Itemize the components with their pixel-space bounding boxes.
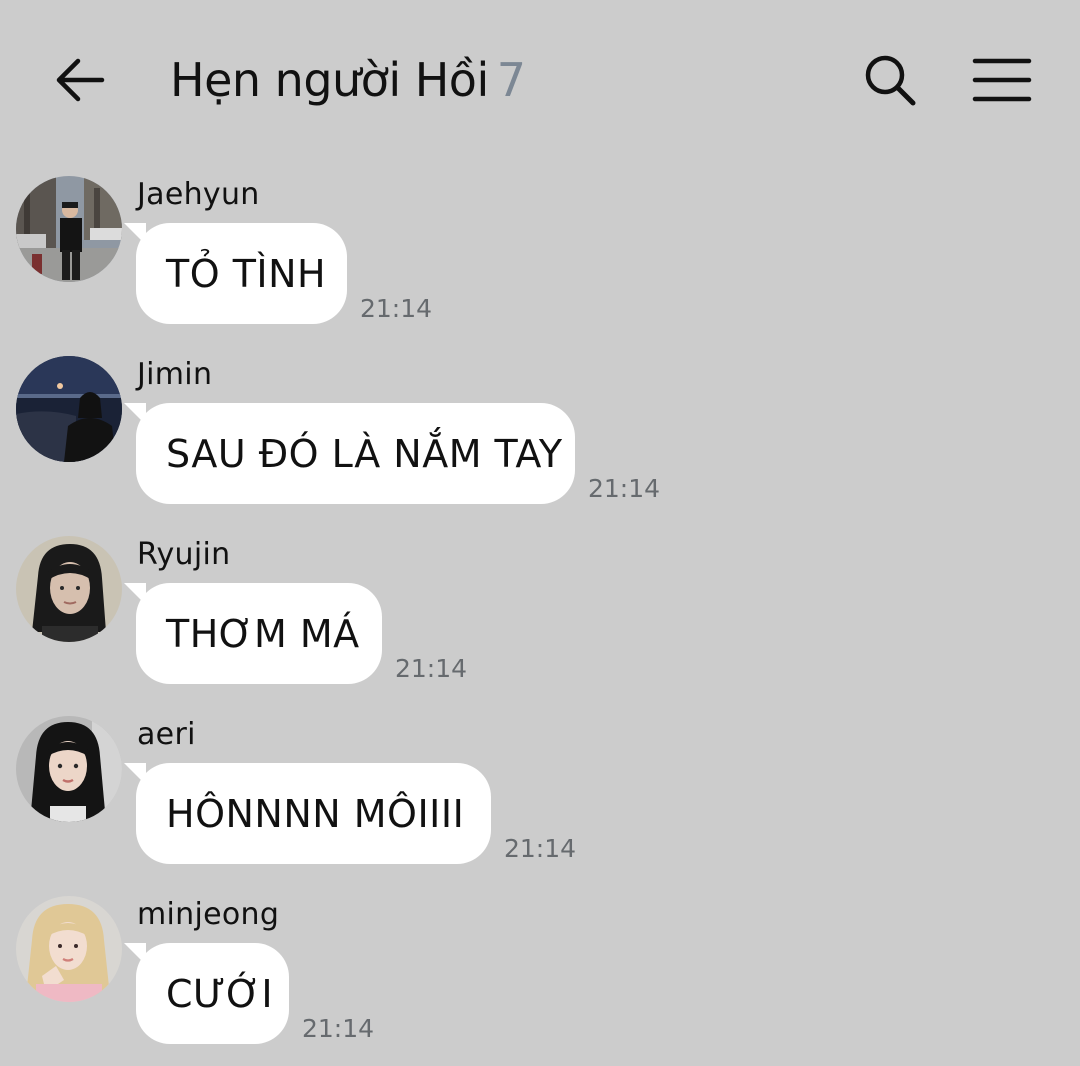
member-count: 7 <box>496 53 526 107</box>
chat-header: Hẹn người Hồi 7 <box>0 0 1080 160</box>
message-text: THƠM MÁ <box>166 611 360 656</box>
avatar-photo <box>16 716 122 822</box>
search-icon <box>865 55 916 106</box>
message-text: CƯỚI <box>166 971 274 1016</box>
back-button[interactable] <box>40 40 120 120</box>
message-item: Jimin SAU ĐÓ LÀ NẮM TAY 21:14 <box>0 356 1080 526</box>
message-item: aeri HÔNNNN MÔIIII 21:14 <box>0 716 1080 886</box>
sender-name: Jaehyun <box>137 177 260 212</box>
menu-button[interactable] <box>962 40 1042 120</box>
message-item: Ryujin THƠM MÁ 21:14 <box>0 536 1080 706</box>
search-button[interactable] <box>850 40 930 120</box>
avatar[interactable] <box>16 536 122 642</box>
message-bubble[interactable]: CƯỚI <box>124 943 289 1044</box>
avatar[interactable] <box>16 716 122 822</box>
avatar-photo <box>16 536 122 642</box>
avatar[interactable] <box>16 176 122 282</box>
avatar-photo <box>16 356 122 462</box>
message-bubble[interactable]: THƠM MÁ <box>124 583 382 684</box>
message-item: minjeong CƯỚI 21:14 <box>0 896 1080 1066</box>
avatar-photo <box>16 176 122 282</box>
avatar-photo <box>16 896 122 1002</box>
sender-name: Jimin <box>137 357 213 392</box>
message-text: SAU ĐÓ LÀ NẮM TAY <box>166 431 563 476</box>
chat-title: Hẹn người Hồi 7 <box>170 52 526 108</box>
arrow-left-icon <box>56 58 105 102</box>
message-time: 21:14 <box>360 294 433 323</box>
sender-name: minjeong <box>137 897 280 932</box>
hamburger-menu-icon <box>972 58 1032 102</box>
avatar[interactable] <box>16 896 122 1002</box>
sender-name: aeri <box>137 717 196 752</box>
message-item: Jaehyun TỎ TÌNH 21:14 <box>0 176 1080 346</box>
message-text: TỎ TÌNH <box>166 251 327 296</box>
message-time: 21:14 <box>504 834 577 863</box>
message-bubble[interactable]: TỎ TÌNH <box>124 223 347 324</box>
message-bubble[interactable]: HÔNNNN MÔIIII <box>124 763 491 864</box>
message-time: 21:14 <box>395 654 468 683</box>
sender-name: Ryujin <box>137 537 231 572</box>
message-time: 21:14 <box>302 1014 375 1043</box>
chat-room-name: Hẹn người Hồi <box>170 53 489 107</box>
message-bubble[interactable]: SAU ĐÓ LÀ NẮM TAY <box>124 403 575 504</box>
avatar[interactable] <box>16 356 122 462</box>
message-time: 21:14 <box>588 474 661 503</box>
message-text: HÔNNNN MÔIIII <box>166 791 465 836</box>
